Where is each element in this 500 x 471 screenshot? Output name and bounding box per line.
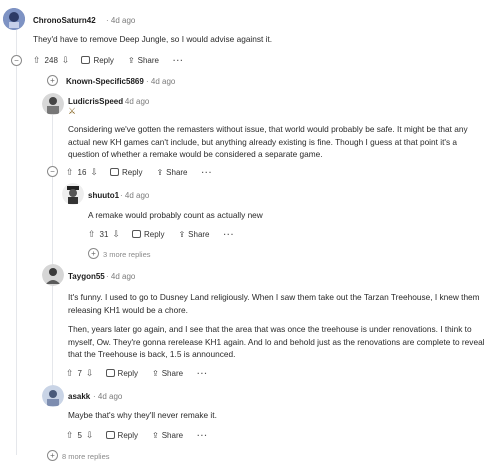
- share-button[interactable]: ⇪ Share: [152, 431, 183, 440]
- share-icon: ⇪: [156, 167, 164, 177]
- avatar[interactable]: [62, 183, 84, 205]
- share-icon: ⇪: [178, 229, 186, 239]
- avatar[interactable]: [42, 93, 64, 115]
- avatar[interactable]: [3, 8, 25, 30]
- timestamp[interactable]: · 4d ago: [120, 191, 149, 200]
- expand-replies-icon[interactable]: +: [47, 450, 58, 461]
- comment-text-paragraph-2: Then, years later go again, and I see th…: [68, 324, 485, 359]
- username[interactable]: Taygon55: [68, 272, 105, 281]
- collapse-icon[interactable]: −: [11, 55, 22, 66]
- more-options-button[interactable]: ···: [202, 168, 213, 177]
- share-icon: ⇪: [152, 368, 159, 378]
- vote-count: 248: [44, 55, 58, 65]
- comment-actions: ⇧ 248 ⇩ Reply ⇪ Share ···: [33, 53, 184, 67]
- vote-count: 31: [99, 229, 109, 239]
- timestamp[interactable]: · 4d ago: [106, 272, 135, 281]
- username[interactable]: shuuto1: [88, 191, 119, 200]
- vote-count: 16: [77, 167, 87, 177]
- reply-button[interactable]: Reply: [81, 56, 114, 65]
- thread-line-ludicris: [52, 115, 53, 265]
- username[interactable]: LudicrisSpeed: [68, 97, 123, 106]
- share-button[interactable]: ⇪ Share: [156, 168, 187, 177]
- reply-button[interactable]: Reply: [105, 431, 138, 440]
- speech-bubble-icon: [105, 431, 115, 439]
- downvote-icon[interactable]: ⇩: [86, 368, 94, 378]
- more-options-button[interactable]: ···: [197, 431, 208, 440]
- timestamp[interactable]: · 4d ago: [93, 392, 122, 401]
- speech-bubble-icon: [132, 230, 141, 238]
- downvote-icon[interactable]: ⇩: [62, 55, 70, 65]
- share-button[interactable]: ⇪ Share: [128, 56, 159, 65]
- downvote-icon[interactable]: ⇩: [112, 229, 120, 239]
- comment-text-paragraph-1: It's funny. I used to go to Dusney Land …: [68, 292, 480, 315]
- sword-flair-icon: ⚔: [68, 106, 77, 116]
- more-options-button[interactable]: ···: [197, 369, 208, 378]
- upvote-icon[interactable]: ⇧: [33, 55, 41, 65]
- comment-actions: ⇧ 31 ⇩ Reply ⇪ Share ···: [88, 227, 235, 241]
- comment-text: Maybe that's why they'll never remake it…: [68, 410, 217, 420]
- comment-text: A remake would probably count as actuall…: [88, 210, 263, 220]
- expand-icon[interactable]: +: [47, 75, 58, 86]
- more-replies-link[interactable]: 3 more replies: [103, 250, 151, 259]
- username[interactable]: asakk: [68, 392, 90, 401]
- reply-button[interactable]: Reply: [105, 369, 138, 378]
- share-icon: ⇪: [152, 430, 159, 440]
- vote-count: 5: [77, 430, 82, 440]
- downvote-icon[interactable]: ⇩: [90, 167, 98, 177]
- comment-actions: ⇧ 16 ⇩ Reply ⇪ Share ···: [66, 165, 213, 179]
- vote-count: 7: [77, 368, 82, 378]
- speech-bubble-icon: [81, 56, 91, 64]
- more-options-button[interactable]: ···: [173, 56, 184, 65]
- timestamp[interactable]: · 4d ago: [106, 16, 135, 25]
- timestamp[interactable]: · 4d ago: [120, 97, 149, 106]
- more-options-button[interactable]: ···: [224, 230, 235, 239]
- upvote-icon[interactable]: ⇧: [88, 229, 96, 239]
- more-replies-link[interactable]: 8 more replies: [62, 452, 110, 461]
- avatar[interactable]: [42, 385, 64, 407]
- collapse-icon[interactable]: −: [47, 166, 58, 177]
- reply-button[interactable]: Reply: [132, 230, 164, 239]
- username[interactable]: Known-Specific5869: [66, 77, 144, 86]
- expand-replies-icon[interactable]: +: [88, 248, 99, 259]
- avatar[interactable]: [42, 264, 64, 286]
- comment-text: They'd have to remove Deep Jungle, so I …: [33, 34, 273, 44]
- comment-actions: ⇧ 5 ⇩ Reply ⇪ Share ···: [66, 428, 208, 442]
- thread-line-root: [16, 30, 17, 455]
- reply-button[interactable]: Reply: [110, 168, 142, 177]
- comment-text: Considering we've gotten the remasters w…: [68, 124, 468, 159]
- speech-bubble-icon: [110, 168, 119, 176]
- thread-line-taygon: [52, 282, 53, 387]
- timestamp[interactable]: · 4d ago: [146, 77, 175, 86]
- downvote-icon[interactable]: ⇩: [86, 430, 94, 440]
- upvote-icon[interactable]: ⇧: [66, 430, 74, 440]
- share-button[interactable]: ⇪ Share: [178, 230, 209, 239]
- share-icon: ⇪: [127, 55, 135, 65]
- speech-bubble-icon: [105, 369, 115, 377]
- upvote-icon[interactable]: ⇧: [66, 167, 74, 177]
- share-button[interactable]: ⇪ Share: [152, 369, 183, 378]
- upvote-icon[interactable]: ⇧: [66, 368, 74, 378]
- comment-actions: ⇧ 7 ⇩ Reply ⇪ Share ···: [66, 366, 208, 380]
- username[interactable]: ChronoSaturn42: [33, 16, 96, 25]
